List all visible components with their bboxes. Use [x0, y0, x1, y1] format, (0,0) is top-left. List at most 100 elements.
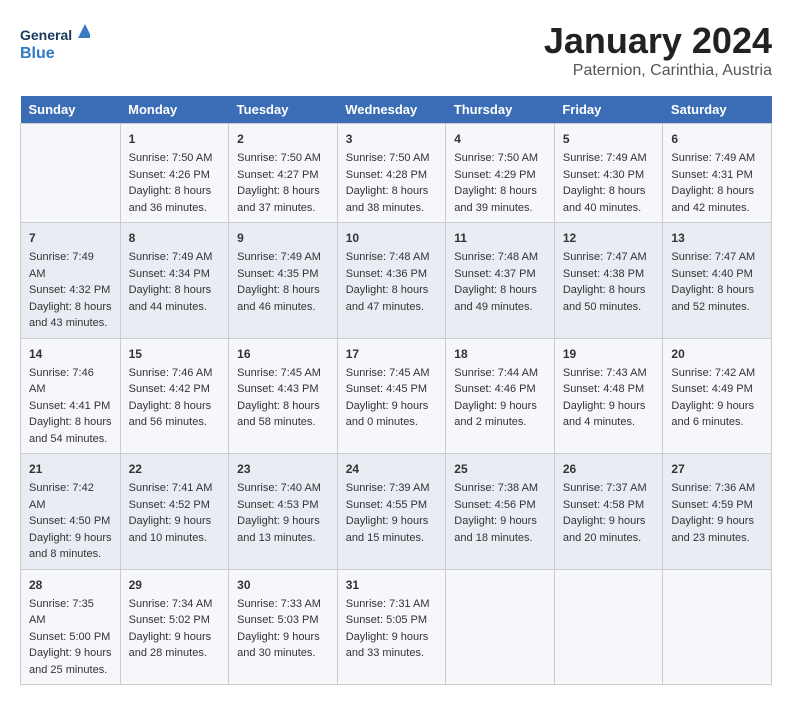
calendar-cell: 3 Sunrise: 7:50 AM Sunset: 4:28 PM Dayli… [337, 124, 446, 223]
day-number: 24 [346, 460, 438, 478]
sunrise-text: Sunrise: 7:49 AM [129, 251, 213, 263]
sunset-text: Sunset: 4:32 PM [29, 284, 110, 296]
daylight-text: Daylight: 8 hours and 58 minutes. [237, 400, 320, 429]
day-number: 22 [129, 460, 221, 478]
calendar-cell: 15 Sunrise: 7:46 AM Sunset: 4:42 PM Dayl… [120, 338, 229, 454]
calendar-cell: 9 Sunrise: 7:49 AM Sunset: 4:35 PM Dayli… [229, 223, 338, 339]
daylight-text: Daylight: 9 hours and 0 minutes. [346, 400, 429, 429]
logo: General Blue [20, 20, 90, 64]
header: General Blue January 2024 Paternion, Car… [20, 20, 772, 80]
daylight-text: Daylight: 8 hours and 46 minutes. [237, 284, 320, 313]
weekday-header: Tuesday [229, 96, 338, 124]
sunrise-text: Sunrise: 7:33 AM [237, 598, 321, 610]
sunrise-text: Sunrise: 7:31 AM [346, 598, 430, 610]
calendar-week-row: 1 Sunrise: 7:50 AM Sunset: 4:26 PM Dayli… [21, 124, 772, 223]
daylight-text: Daylight: 8 hours and 38 minutes. [346, 185, 429, 214]
day-number: 29 [129, 576, 221, 594]
calendar-cell: 10 Sunrise: 7:48 AM Sunset: 4:36 PM Dayl… [337, 223, 446, 339]
day-number: 30 [237, 576, 329, 594]
day-number: 10 [346, 229, 438, 247]
day-number: 4 [454, 130, 546, 148]
sunset-text: Sunset: 4:27 PM [237, 169, 318, 181]
sunset-text: Sunset: 4:38 PM [563, 268, 644, 280]
day-number: 1 [129, 130, 221, 148]
calendar-cell [663, 569, 772, 685]
day-number: 15 [129, 345, 221, 363]
daylight-text: Daylight: 9 hours and 23 minutes. [671, 515, 754, 544]
sunrise-text: Sunrise: 7:48 AM [454, 251, 538, 263]
sunrise-text: Sunrise: 7:34 AM [129, 598, 213, 610]
calendar-cell [554, 569, 663, 685]
sunset-text: Sunset: 4:58 PM [563, 499, 644, 511]
calendar-week-row: 21 Sunrise: 7:42 AM Sunset: 4:50 PM Dayl… [21, 454, 772, 570]
sunset-text: Sunset: 4:59 PM [671, 499, 752, 511]
calendar-cell: 11 Sunrise: 7:48 AM Sunset: 4:37 PM Dayl… [446, 223, 555, 339]
sunset-text: Sunset: 4:43 PM [237, 383, 318, 395]
sunrise-text: Sunrise: 7:46 AM [29, 367, 94, 396]
month-title: January 2024 [544, 20, 772, 62]
sunset-text: Sunset: 4:34 PM [129, 268, 210, 280]
calendar-week-row: 14 Sunrise: 7:46 AM Sunset: 4:41 PM Dayl… [21, 338, 772, 454]
sunset-text: Sunset: 4:55 PM [346, 499, 427, 511]
sunrise-text: Sunrise: 7:49 AM [29, 251, 94, 280]
daylight-text: Daylight: 8 hours and 44 minutes. [129, 284, 212, 313]
calendar-table: SundayMondayTuesdayWednesdayThursdayFrid… [20, 96, 772, 685]
sunset-text: Sunset: 4:30 PM [563, 169, 644, 181]
day-number: 9 [237, 229, 329, 247]
daylight-text: Daylight: 9 hours and 33 minutes. [346, 631, 429, 660]
calendar-cell: 16 Sunrise: 7:45 AM Sunset: 4:43 PM Dayl… [229, 338, 338, 454]
day-number: 31 [346, 576, 438, 594]
sunset-text: Sunset: 4:46 PM [454, 383, 535, 395]
day-number: 2 [237, 130, 329, 148]
sunrise-text: Sunrise: 7:49 AM [237, 251, 321, 263]
sunrise-text: Sunrise: 7:41 AM [129, 482, 213, 494]
day-number: 8 [129, 229, 221, 247]
daylight-text: Daylight: 9 hours and 20 minutes. [563, 515, 646, 544]
sunset-text: Sunset: 4:52 PM [129, 499, 210, 511]
weekday-header: Monday [120, 96, 229, 124]
calendar-cell: 25 Sunrise: 7:38 AM Sunset: 4:56 PM Dayl… [446, 454, 555, 570]
daylight-text: Daylight: 9 hours and 6 minutes. [671, 400, 754, 429]
calendar-cell: 8 Sunrise: 7:49 AM Sunset: 4:34 PM Dayli… [120, 223, 229, 339]
daylight-text: Daylight: 9 hours and 2 minutes. [454, 400, 537, 429]
calendar-cell: 17 Sunrise: 7:45 AM Sunset: 4:45 PM Dayl… [337, 338, 446, 454]
sunset-text: Sunset: 4:37 PM [454, 268, 535, 280]
daylight-text: Daylight: 8 hours and 54 minutes. [29, 416, 112, 445]
daylight-text: Daylight: 8 hours and 42 minutes. [671, 185, 754, 214]
calendar-cell: 27 Sunrise: 7:36 AM Sunset: 4:59 PM Dayl… [663, 454, 772, 570]
sunset-text: Sunset: 5:02 PM [129, 614, 210, 626]
sunrise-text: Sunrise: 7:47 AM [671, 251, 755, 263]
weekday-header: Friday [554, 96, 663, 124]
sunrise-text: Sunrise: 7:50 AM [129, 152, 213, 164]
sunrise-text: Sunrise: 7:48 AM [346, 251, 430, 263]
sunrise-text: Sunrise: 7:50 AM [346, 152, 430, 164]
sunset-text: Sunset: 4:31 PM [671, 169, 752, 181]
day-number: 6 [671, 130, 763, 148]
day-number: 21 [29, 460, 112, 478]
title-area: January 2024 Paternion, Carinthia, Austr… [544, 20, 772, 80]
calendar-cell: 13 Sunrise: 7:47 AM Sunset: 4:40 PM Dayl… [663, 223, 772, 339]
weekday-header-row: SundayMondayTuesdayWednesdayThursdayFrid… [21, 96, 772, 124]
day-number: 11 [454, 229, 546, 247]
sunset-text: Sunset: 4:26 PM [129, 169, 210, 181]
sunset-text: Sunset: 4:42 PM [129, 383, 210, 395]
calendar-cell: 28 Sunrise: 7:35 AM Sunset: 5:00 PM Dayl… [21, 569, 121, 685]
sunset-text: Sunset: 4:28 PM [346, 169, 427, 181]
sunset-text: Sunset: 4:49 PM [671, 383, 752, 395]
calendar-cell: 21 Sunrise: 7:42 AM Sunset: 4:50 PM Dayl… [21, 454, 121, 570]
sunset-text: Sunset: 4:29 PM [454, 169, 535, 181]
day-number: 18 [454, 345, 546, 363]
sunset-text: Sunset: 4:41 PM [29, 400, 110, 412]
daylight-text: Daylight: 9 hours and 13 minutes. [237, 515, 320, 544]
daylight-text: Daylight: 9 hours and 15 minutes. [346, 515, 429, 544]
sunset-text: Sunset: 5:05 PM [346, 614, 427, 626]
calendar-week-row: 7 Sunrise: 7:49 AM Sunset: 4:32 PM Dayli… [21, 223, 772, 339]
calendar-cell: 19 Sunrise: 7:43 AM Sunset: 4:48 PM Dayl… [554, 338, 663, 454]
calendar-cell: 30 Sunrise: 7:33 AM Sunset: 5:03 PM Dayl… [229, 569, 338, 685]
daylight-text: Daylight: 8 hours and 43 minutes. [29, 301, 112, 330]
sunset-text: Sunset: 4:53 PM [237, 499, 318, 511]
day-number: 17 [346, 345, 438, 363]
calendar-cell: 24 Sunrise: 7:39 AM Sunset: 4:55 PM Dayl… [337, 454, 446, 570]
calendar-cell: 22 Sunrise: 7:41 AM Sunset: 4:52 PM Dayl… [120, 454, 229, 570]
day-number: 20 [671, 345, 763, 363]
